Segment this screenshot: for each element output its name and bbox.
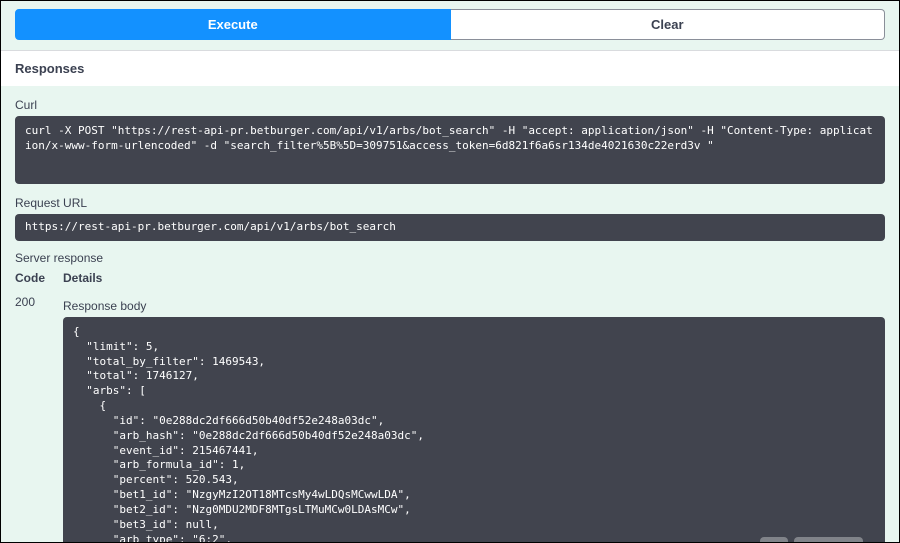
server-response-section: Server response Code Details 200 Respons…	[1, 241, 899, 543]
details-header: Details	[63, 271, 885, 285]
curl-label: Curl	[15, 98, 885, 112]
request-url-label: Request URL	[15, 196, 885, 210]
copy-button[interactable]	[760, 537, 788, 543]
curl-output: curl -X POST "https://rest-api-pr.betbur…	[15, 116, 885, 184]
download-button[interactable]: Download	[794, 537, 863, 543]
response-body-output[interactable]: { "limit": 5, "total_by_filter": 1469543…	[63, 317, 885, 543]
curl-section: Curl curl -X POST "https://rest-api-pr.b…	[1, 86, 899, 184]
status-code: 200	[15, 295, 63, 543]
clear-button[interactable]: Clear	[451, 9, 886, 40]
server-response-label: Server response	[15, 251, 885, 265]
body-action-buttons: Download	[760, 537, 863, 543]
details-cell: Response body { "limit": 5, "total_by_fi…	[63, 295, 885, 543]
execute-button[interactable]: Execute	[15, 9, 451, 40]
action-row: Execute Clear	[1, 1, 899, 50]
response-body-label: Response body	[63, 299, 885, 313]
code-header: Code	[15, 271, 63, 285]
responses-header: Responses	[1, 50, 899, 86]
response-table-header: Code Details	[15, 271, 885, 285]
request-url-section: Request URL https://rest-api-pr.betburge…	[1, 184, 899, 241]
response-row: 200 Response body { "limit": 5, "total_b…	[15, 295, 885, 543]
request-url-output: https://rest-api-pr.betburger.com/api/v1…	[15, 214, 885, 241]
swagger-panel: Execute Clear Responses Curl curl -X POS…	[0, 0, 900, 543]
response-body-container: { "limit": 5, "total_by_filter": 1469543…	[63, 317, 885, 543]
